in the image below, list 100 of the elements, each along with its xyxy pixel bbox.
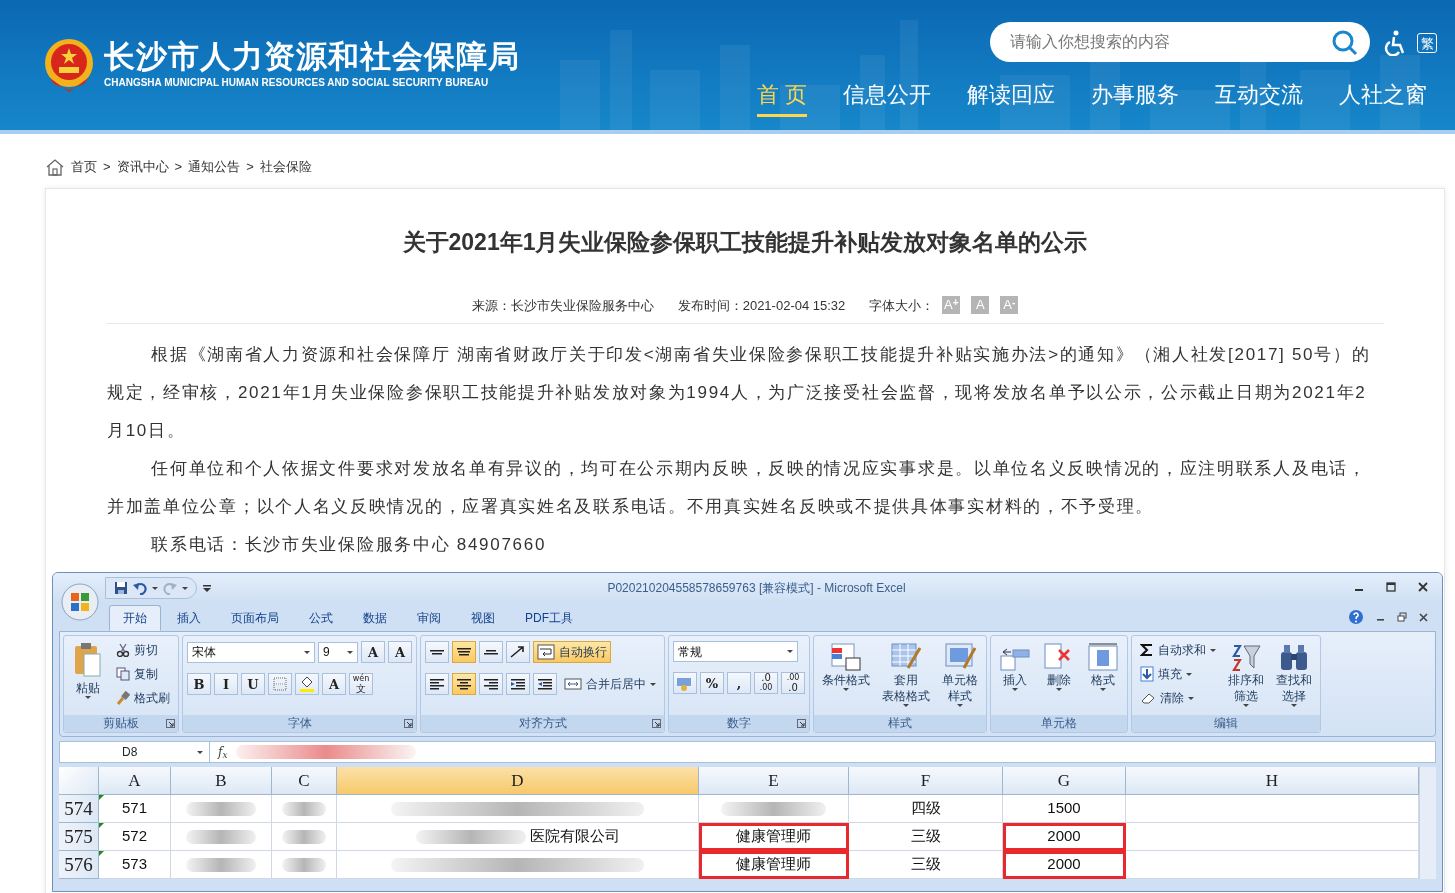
format-button[interactable]: I [214, 673, 238, 695]
undo-icon[interactable] [132, 581, 148, 595]
ribbon-icon-button[interactable] [506, 673, 530, 695]
format-button[interactable]: .0 .00 [754, 672, 778, 694]
dropdown-field[interactable]: 9 [318, 641, 358, 663]
row-header[interactable]: 576 [59, 851, 99, 879]
ribbon-button[interactable]: 排序和 筛选 [1224, 639, 1268, 710]
ribbon-icon-button[interactable] [533, 673, 557, 695]
format-button[interactable]: wén 文 [349, 673, 373, 695]
group-label: 编辑 [1214, 717, 1238, 729]
column-header[interactable]: B [171, 767, 272, 795]
breadcrumb-link[interactable]: 首页 [71, 157, 97, 177]
ribbon-tab[interactable]: PDF工具 [511, 605, 587, 631]
ribbon-tab[interactable]: 开始 [109, 605, 161, 631]
ribbon-icon-button[interactable] [479, 641, 503, 663]
ribbon-icon-button[interactable] [295, 673, 319, 695]
ribbon-tab[interactable]: 数据 [349, 605, 401, 631]
cell-text: 572 [122, 826, 147, 847]
format-button[interactable]: , [727, 672, 751, 694]
ribbon-button[interactable]: 格式 [1083, 639, 1123, 694]
launcher-icon[interactable] [652, 719, 661, 728]
ribbon-tab[interactable]: 插入 [163, 605, 215, 631]
table-cell: 1500 [1003, 795, 1126, 823]
format-button[interactable]: .00 .0 [781, 672, 805, 694]
nav-tab[interactable]: 人社之窗 [1339, 80, 1427, 117]
column-header[interactable]: E [699, 767, 849, 795]
ribbon-button[interactable]: 清除 [1136, 687, 1220, 709]
format-button[interactable]: A [322, 673, 346, 695]
maximize-icon[interactable] [1386, 582, 1396, 592]
ribbon-button[interactable]: 自动换行 [533, 641, 611, 663]
format-cells-icon [1087, 642, 1119, 672]
sort-filter-icon [1230, 642, 1262, 672]
restore-icon[interactable] [1397, 612, 1407, 622]
column-header[interactable]: F [849, 767, 1003, 795]
function-button[interactable]: f$_{x}$ [218, 743, 228, 761]
dropdown-field[interactable]: 常规 [673, 641, 798, 662]
format-button[interactable]: A [388, 641, 412, 663]
ribbon-button[interactable]: 删除 [1039, 639, 1079, 694]
ribbon-tab[interactable]: 视图 [457, 605, 509, 631]
group-label: 对齐方式 [518, 717, 567, 729]
close-icon[interactable] [1419, 612, 1428, 622]
nav-tab[interactable]: 信息公开 [843, 80, 931, 117]
column-header[interactable]: A [99, 767, 171, 795]
caret-icon [304, 650, 310, 654]
breadcrumb-link[interactable]: 资讯中心 [116, 157, 169, 177]
ribbon-button[interactable]: 合并后居中 [560, 673, 660, 695]
launcher-icon[interactable] [797, 719, 806, 728]
name-box[interactable]: D8 [60, 742, 210, 762]
ribbon-icon-button[interactable] [452, 641, 476, 663]
ribbon-button[interactable]: 自动求和 [1136, 639, 1220, 661]
launcher-icon[interactable] [404, 719, 413, 728]
caret-icon [347, 650, 353, 654]
ribbon-tab[interactable]: 公式 [295, 605, 347, 631]
ribbon-button[interactable]: 条件格式 [818, 639, 874, 694]
caret-icon [182, 586, 188, 590]
ribbon-button[interactable]: 剪切 [112, 639, 174, 661]
ribbon-tab[interactable]: 页面布局 [217, 605, 293, 631]
office-logo-icon[interactable] [61, 583, 99, 621]
scrollbar[interactable] [1419, 767, 1436, 879]
ribbon-button[interactable]: 套用 表格格式 [878, 639, 934, 710]
ribbon-button[interactable]: 格式刷 [112, 687, 174, 709]
ribbon-icon-button[interactable] [506, 641, 530, 663]
ribbon-icon-button[interactable] [425, 673, 449, 695]
launcher-icon[interactable] [166, 719, 175, 728]
nav-tab[interactable]: 解读回应 [967, 80, 1055, 117]
help-icon[interactable] [1348, 609, 1364, 625]
ribbon-button[interactable]: 粘贴 [68, 639, 108, 702]
close-icon[interactable] [1418, 582, 1428, 592]
breadcrumb-link[interactable]: 社会保险 [259, 157, 312, 177]
ribbon-tab[interactable]: 审阅 [403, 605, 455, 631]
ribbon-icon-button[interactable] [479, 673, 503, 695]
breadcrumb-link[interactable]: 通知公告 [188, 157, 241, 177]
row-header[interactable]: 575 [59, 823, 99, 851]
nav-tab[interactable]: 办事服务 [1091, 80, 1179, 117]
save-icon[interactable] [114, 581, 128, 595]
row-header[interactable]: 574 [59, 795, 99, 823]
dropdown-field[interactable]: 宋体 [187, 641, 315, 663]
ribbon-button[interactable]: 查找和 选择 [1272, 639, 1316, 710]
column-header[interactable]: D [337, 767, 699, 795]
ribbon-button[interactable]: 单元格 样式 [938, 639, 982, 710]
ribbon-icon-button[interactable] [425, 641, 449, 663]
search-icon[interactable] [1331, 29, 1359, 57]
ribbon-button[interactable]: 复制 [112, 663, 174, 685]
bottom-align-icon [484, 649, 498, 655]
format-button[interactable]: % [700, 672, 724, 694]
column-header[interactable]: C [272, 767, 337, 795]
nav-tab[interactable]: 互动交流 [1215, 80, 1303, 117]
paragraph: 联系电话：长沙市失业保险服务中心 84907660 [150, 534, 548, 556]
ribbon-button[interactable]: 填充 [1136, 663, 1220, 685]
traditional-chinese-button[interactable]: 繁 [1417, 33, 1437, 53]
column-header[interactable]: H [1126, 767, 1419, 795]
article-title: 关于2021年1月失业保险参保职工技能提升补贴发放对象名单的公示 [401, 228, 1089, 257]
ribbon-icon-button[interactable] [452, 673, 476, 695]
ribbon-button[interactable]: 插入 [995, 639, 1035, 694]
format-button[interactable]: B [187, 673, 211, 695]
format-button[interactable]: A [361, 641, 385, 663]
binoculars-icon [1278, 642, 1310, 672]
window-title: P020210204558578659763 [兼容模式] - Microsoft Excel [606, 580, 907, 597]
column-header[interactable]: G [1003, 767, 1126, 795]
format-button[interactable]: U [241, 673, 265, 695]
